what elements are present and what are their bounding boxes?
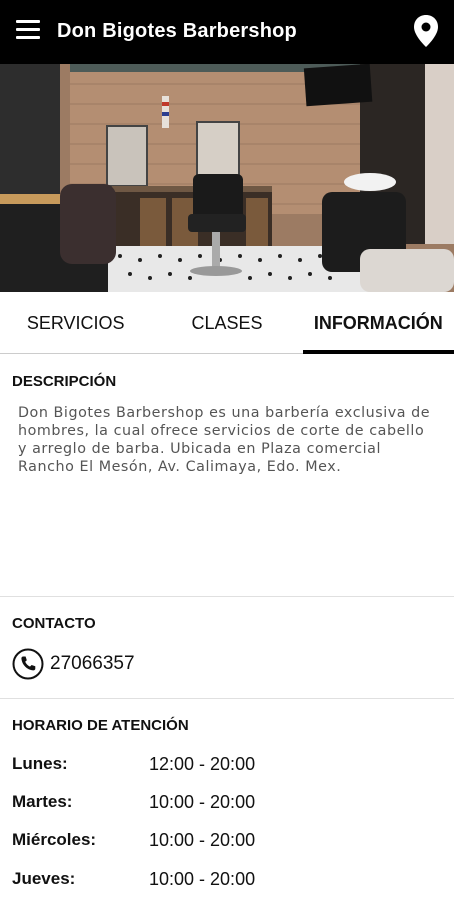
contacto-heading: CONTACTO: [12, 615, 96, 632]
horario-heading: HORARIO DE ATENCIÓN: [12, 717, 189, 734]
hours-day-label: Martes:: [12, 792, 73, 811]
tab-informacion[interactable]: INFORMACIÓN: [302, 292, 454, 354]
barbershop-photo: [0, 64, 454, 292]
app-bar: Don Bigotes Barbershop: [0, 0, 454, 64]
descripcion-heading: DESCRIPCIÓN: [12, 373, 117, 390]
hours-time-value: 12:00 - 20:00: [149, 754, 256, 774]
map-pin-icon[interactable]: [412, 14, 440, 48]
hours-time-value: 10:00 - 20:00: [149, 792, 256, 812]
divider: [0, 596, 454, 597]
tab-servicios[interactable]: SERVICIOS: [0, 292, 151, 353]
descripcion-text: Don Bigotes Barbershop es una barbería e…: [18, 405, 431, 475]
hours-time-value: 10:00 - 20:00: [149, 830, 256, 850]
hours-time-value: 10:00 - 20:00: [149, 869, 256, 889]
app-title: Don Bigotes Barbershop: [57, 20, 297, 42]
hours-day-label: Miércoles:: [12, 830, 97, 849]
phone-contact-row[interactable]: 27066357: [12, 648, 135, 680]
divider: [0, 698, 454, 699]
phone-number: 27066357: [50, 653, 135, 674]
tab-bar: SERVICIOS CLASES INFORMACIÓN: [0, 292, 454, 354]
tab-clases[interactable]: CLASES: [151, 292, 302, 353]
barbershop-photo-carousel[interactable]: [0, 64, 454, 292]
phone-icon: [12, 648, 44, 680]
hamburger-menu-icon[interactable]: [16, 20, 42, 44]
hours-day-label: Jueves:: [12, 869, 76, 888]
hours-day-label: Lunes:: [12, 754, 68, 773]
